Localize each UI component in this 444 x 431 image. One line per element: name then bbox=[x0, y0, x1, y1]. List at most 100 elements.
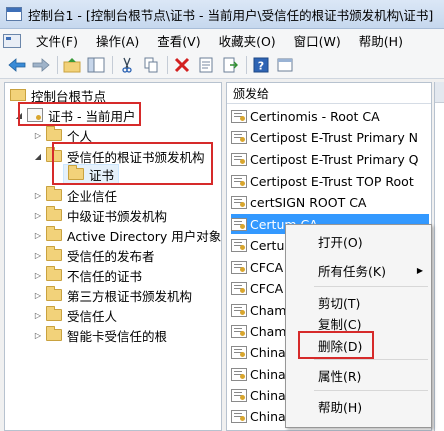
certificate-icon bbox=[231, 130, 247, 144]
collapsed-arrow-icon[interactable]: ▷ bbox=[33, 191, 43, 200]
console-view-icon[interactable] bbox=[274, 55, 296, 75]
copy-icon[interactable] bbox=[140, 55, 162, 75]
context-menu-help[interactable]: 帮助(H) bbox=[286, 395, 431, 417]
tree-item-ad-user-object[interactable]: ▷ Active Directory 用户对象 bbox=[33, 225, 221, 245]
highlight-box-trusted-root bbox=[52, 142, 213, 185]
context-menu-open[interactable]: 打开(O) bbox=[286, 230, 431, 252]
folder-icon bbox=[46, 326, 62, 341]
context-menu-all-tasks[interactable]: 所有任务(K) ▶ bbox=[286, 259, 431, 281]
highlight-box-current-user bbox=[18, 102, 141, 126]
highlight-box-delete bbox=[298, 331, 374, 359]
list-item[interactable]: China bbox=[231, 385, 286, 405]
expanded-arrow-icon[interactable]: ◢ bbox=[33, 152, 43, 161]
folder-icon bbox=[46, 226, 62, 241]
list-item[interactable]: CFCA bbox=[231, 278, 283, 298]
context-menu-properties[interactable]: 属性(R) bbox=[286, 364, 431, 386]
list-item[interactable]: Certipost E-Trust Primary N bbox=[231, 127, 418, 147]
column-header-issued-to[interactable]: 颁发给 bbox=[227, 83, 431, 104]
collapsed-arrow-icon[interactable]: ▷ bbox=[33, 291, 43, 300]
list-item[interactable]: Certipost E-Trust TOP Root bbox=[231, 171, 414, 191]
list-item[interactable]: Cham bbox=[231, 321, 287, 341]
menu-separator bbox=[314, 359, 428, 360]
menu-file[interactable]: 文件(F) bbox=[27, 31, 87, 50]
list-item[interactable]: CFCA bbox=[231, 257, 283, 277]
collapsed-arrow-icon[interactable]: ▷ bbox=[33, 211, 43, 220]
list-item[interactable]: certSIGN ROOT CA bbox=[231, 192, 367, 212]
submenu-arrow-icon: ▶ bbox=[416, 265, 423, 275]
actions-pane bbox=[434, 82, 444, 431]
properties-icon[interactable] bbox=[195, 55, 217, 75]
folder-icon bbox=[46, 206, 62, 221]
collapsed-arrow-icon[interactable]: ▷ bbox=[33, 271, 43, 280]
toolbar-separator bbox=[57, 56, 58, 74]
menu-view[interactable]: 查看(V) bbox=[148, 31, 209, 50]
svg-text:?: ? bbox=[258, 60, 264, 73]
forward-arrow-icon[interactable] bbox=[30, 55, 52, 75]
folder-icon bbox=[46, 306, 62, 321]
collapsed-arrow-icon[interactable]: ▷ bbox=[33, 131, 43, 140]
help-icon[interactable]: ? bbox=[250, 55, 272, 75]
certificate-icon bbox=[231, 345, 247, 359]
console-menu-icon[interactable] bbox=[3, 33, 21, 48]
tree-item-untrusted-certificates[interactable]: ▷ 不信任的证书 bbox=[33, 265, 142, 285]
menu-help[interactable]: 帮助(H) bbox=[350, 31, 412, 50]
certificate-icon bbox=[231, 174, 247, 188]
title-bar: 控制台1 - [控制台根节点\证书 - 当前用户\受信任的根证书颁发机构\证书] bbox=[0, 0, 444, 29]
list-item[interactable]: China bbox=[231, 342, 286, 362]
toolbar-separator bbox=[167, 56, 168, 74]
toolbar: ? bbox=[0, 52, 444, 79]
tree-item-intermediate-ca[interactable]: ▷ 中级证书颁发机构 bbox=[33, 205, 167, 225]
list-item[interactable]: Certinomis - Root CA bbox=[231, 106, 380, 126]
context-menu-cut[interactable]: 剪切(T) bbox=[286, 291, 431, 313]
window-title: 控制台1 - [控制台根节点\证书 - 当前用户\受信任的根证书颁发机构\证书] bbox=[28, 7, 434, 23]
collapsed-arrow-icon[interactable]: ▷ bbox=[33, 311, 43, 320]
tree-item-enterprise-trust[interactable]: ▷ 企业信任 bbox=[33, 185, 117, 205]
menu-favorites[interactable]: 收藏夹(O) bbox=[210, 31, 285, 50]
certificate-icon bbox=[231, 238, 247, 252]
certificate-icon bbox=[231, 109, 247, 123]
context-menu: 打开(O) 所有任务(K) ▶ 剪切(T) 复制(C) 删除(D) 属性(R) 帮… bbox=[285, 224, 432, 428]
folder-icon bbox=[46, 246, 62, 261]
collapsed-arrow-icon[interactable]: ▷ bbox=[33, 331, 43, 340]
folder-icon bbox=[10, 89, 26, 101]
certificate-icon bbox=[231, 367, 247, 381]
folder-icon bbox=[46, 186, 62, 201]
folder-icon bbox=[46, 266, 62, 281]
menu-separator bbox=[314, 286, 428, 287]
menu-window[interactable]: 窗口(W) bbox=[285, 31, 350, 50]
certificate-icon bbox=[231, 217, 247, 231]
certificate-icon bbox=[231, 152, 247, 166]
actions-header bbox=[435, 82, 444, 103]
console-tree[interactable]: 控制台根节点 ◢ 证书 - 当前用户 ▷ 个人 ◢ 受信任的根证书颁发机构 证书… bbox=[4, 82, 222, 431]
folder-icon bbox=[46, 286, 62, 301]
certificate-icon bbox=[231, 281, 247, 295]
delete-icon[interactable] bbox=[171, 55, 193, 75]
certificate-icon bbox=[231, 303, 247, 317]
list-item[interactable]: China bbox=[231, 406, 286, 426]
certificate-icon bbox=[231, 388, 247, 402]
list-item[interactable]: Cham bbox=[231, 300, 287, 320]
menu-action[interactable]: 操作(A) bbox=[87, 31, 148, 50]
tree-item-trusted-publishers[interactable]: ▷ 受信任的发布者 bbox=[33, 245, 155, 265]
list-item[interactable]: China bbox=[231, 364, 286, 384]
certificate-icon bbox=[231, 260, 247, 274]
collapsed-arrow-icon[interactable]: ▷ bbox=[33, 251, 43, 260]
list-item[interactable]: Certipost E-Trust Primary Q bbox=[231, 149, 419, 169]
certificate-icon bbox=[231, 324, 247, 338]
tree-item-smart-card-trusted-roots[interactable]: ▷ 智能卡受信任的根 bbox=[33, 325, 167, 345]
certificate-icon bbox=[231, 409, 247, 423]
cut-icon[interactable] bbox=[116, 55, 138, 75]
export-icon[interactable] bbox=[219, 55, 241, 75]
toolbar-separator bbox=[246, 56, 247, 74]
menu-separator bbox=[314, 390, 428, 391]
tree-item-third-party-root-ca[interactable]: ▷ 第三方根证书颁发机构 bbox=[33, 285, 192, 305]
back-arrow-icon[interactable] bbox=[6, 55, 28, 75]
menu-bar: 文件(F) 操作(A) 查看(V) 收藏夹(O) 窗口(W) 帮助(H) bbox=[0, 29, 444, 52]
tree-item-trusted-people[interactable]: ▷ 受信任人 bbox=[33, 305, 117, 325]
mmc-console-icon bbox=[6, 7, 22, 21]
show-hide-tree-icon[interactable] bbox=[85, 55, 107, 75]
up-folder-icon[interactable] bbox=[61, 55, 83, 75]
collapsed-arrow-icon[interactable]: ▷ bbox=[33, 231, 43, 240]
folder-icon bbox=[46, 126, 62, 141]
toolbar-separator bbox=[112, 56, 113, 74]
